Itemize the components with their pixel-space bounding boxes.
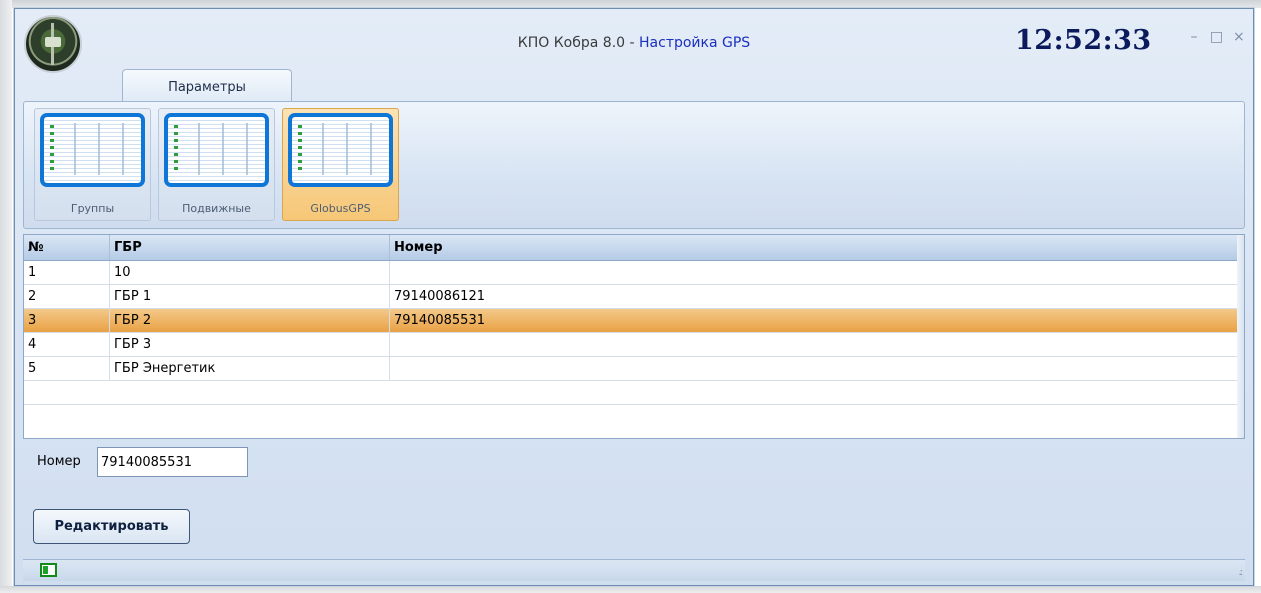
- cell-no: 3: [24, 309, 110, 332]
- ribbon-button-groups[interactable]: Группы: [34, 108, 151, 221]
- number-label: Номер: [37, 454, 81, 469]
- number-input[interactable]: [97, 447, 248, 477]
- edit-button[interactable]: Редактировать: [33, 509, 190, 544]
- cell-number: [390, 261, 1237, 284]
- cell-gbr: ГБР Энергетик: [110, 357, 390, 380]
- cell-gbr: ГБР 1: [110, 285, 390, 308]
- column-header-number[interactable]: Номер: [390, 235, 1237, 260]
- table-row[interactable]: 4 ГБР 3: [24, 333, 1237, 357]
- cell-no: 4: [24, 333, 110, 356]
- close-icon[interactable]: ×: [1230, 29, 1248, 45]
- table-new-row[interactable]: [24, 381, 1237, 405]
- table-row[interactable]: 1 10: [24, 261, 1237, 285]
- ribbon-button-globusgps[interactable]: GlobusGPS: [282, 108, 399, 221]
- column-header-no[interactable]: №: [24, 235, 110, 260]
- status-bar: .:: [23, 559, 1245, 581]
- cell-no: 5: [24, 357, 110, 380]
- cell-number: 79140085531: [394, 313, 485, 328]
- cell-gbr: ГБР 2: [110, 309, 390, 332]
- minimize-icon[interactable]: –: [1185, 29, 1203, 45]
- cell-gbr: ГБР 3: [110, 333, 390, 356]
- connection-status-icon: [40, 563, 57, 577]
- ribbon-button-mobile[interactable]: Подвижные: [158, 108, 275, 221]
- table-icon: [164, 113, 269, 187]
- cell-number: [390, 357, 1237, 380]
- table-icon: [288, 113, 393, 187]
- desktop-background-bottom: [0, 586, 1261, 593]
- table-row[interactable]: 5 ГБР Энергетик: [24, 357, 1237, 381]
- desktop-background-left: [0, 0, 12, 593]
- module-title: Настройка GPS: [639, 35, 751, 51]
- cell-no: 1: [24, 261, 110, 284]
- cell-gbr: 10: [110, 261, 390, 284]
- ribbon-button-label: GlobusGPS: [310, 202, 371, 215]
- table-row-selected[interactable]: 3 ГБР 2 79140085531: [24, 309, 1237, 333]
- cell-number: [390, 333, 1237, 356]
- clock: 12:52:33: [1015, 25, 1152, 56]
- tab-parameters[interactable]: Параметры: [122, 69, 292, 102]
- table-header: № ГБР Номер: [24, 235, 1237, 261]
- table-icon: [40, 113, 145, 187]
- column-header-gbr[interactable]: ГБР: [110, 235, 390, 260]
- window-controls: – □ ×: [1185, 29, 1248, 45]
- gbr-table: № ГБР Номер 1 10 2 ГБР 1 79140086121 3 Г…: [23, 234, 1245, 439]
- ribbon-button-label: Подвижные: [182, 202, 251, 215]
- app-title: КПО Кобра 8.0: [517, 35, 626, 51]
- table-scrollbar[interactable]: [1237, 235, 1244, 438]
- title-bar[interactable]: КПО Кобра 8.0 - Настройка GPS 12:52:33 –…: [15, 9, 1253, 73]
- company-logo-icon[interactable]: [24, 15, 82, 73]
- title-separator: -: [625, 35, 640, 51]
- app-window: КПО Кобра 8.0 - Настройка GPS 12:52:33 –…: [14, 8, 1254, 586]
- table-row[interactable]: 2 ГБР 1 79140086121: [24, 285, 1237, 309]
- cell-number: 79140086121: [394, 289, 485, 304]
- cell-no: 2: [24, 285, 110, 308]
- maximize-icon[interactable]: □: [1207, 29, 1225, 45]
- desktop-background: [0, 0, 1261, 8]
- ribbon-panel: Группы Подвижные GlobusGPS: [23, 101, 1245, 229]
- resize-grip-icon[interactable]: .:: [1238, 567, 1242, 578]
- ribbon-button-label: Группы: [70, 202, 115, 215]
